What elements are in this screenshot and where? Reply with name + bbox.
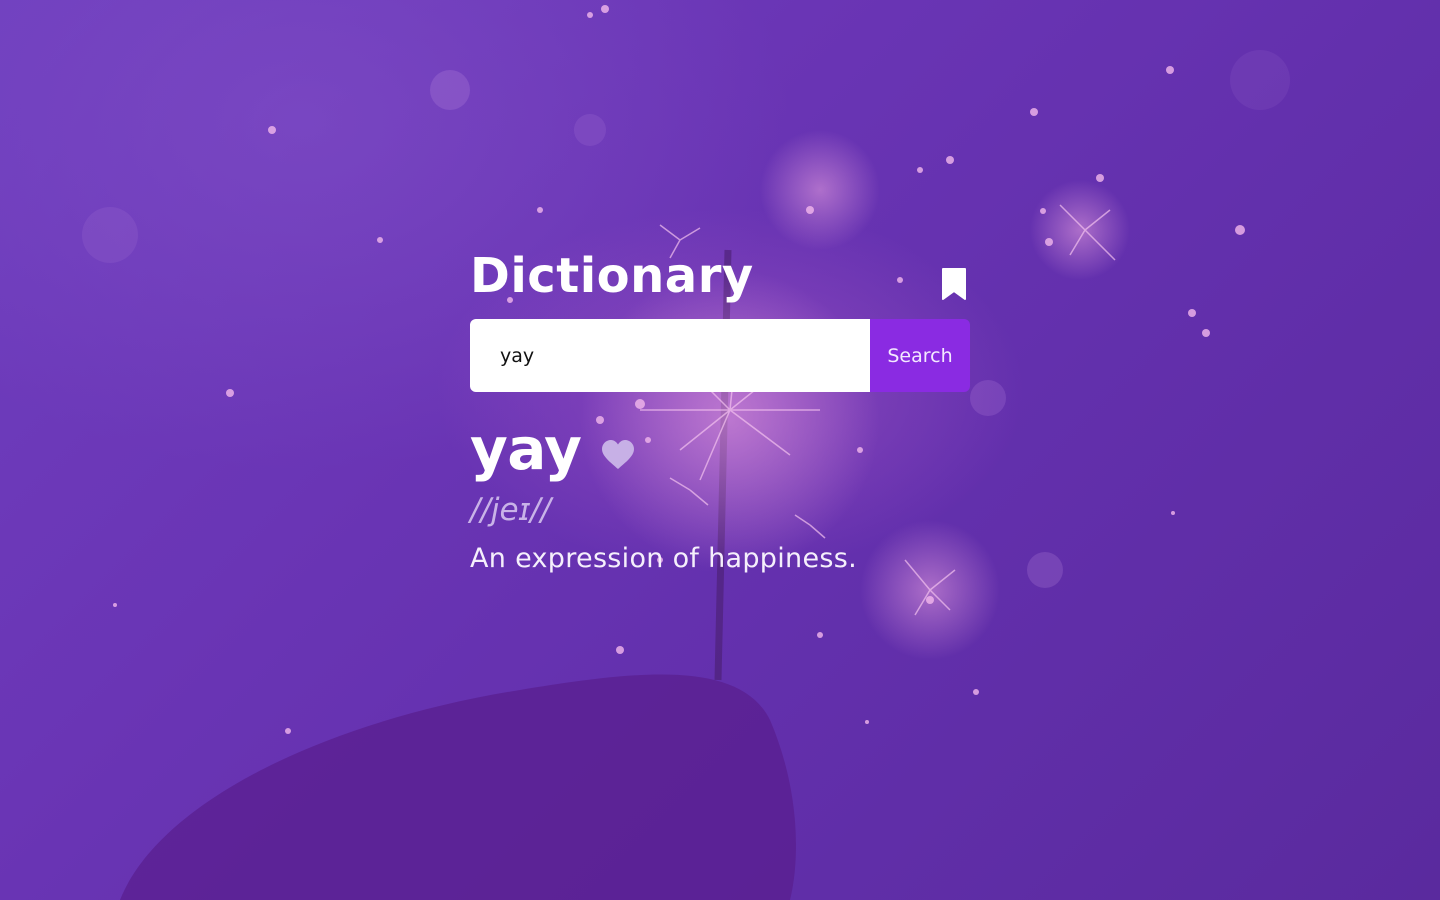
phonetic-transcription: //jeɪ// <box>470 492 551 528</box>
dictionary-panel: Dictionary Search yay //jeɪ// An express… <box>470 245 970 576</box>
app-title: Dictionary <box>470 248 754 304</box>
favorite-button[interactable] <box>601 439 635 471</box>
result-word: yay <box>470 415 582 483</box>
definition-text: An expression of happiness. <box>470 543 857 574</box>
heart-icon <box>602 440 635 469</box>
search-input[interactable] <box>470 319 870 392</box>
bookmark-icon <box>942 268 966 300</box>
header: Dictionary <box>470 245 970 307</box>
result-header: yay <box>470 414 970 484</box>
search-button[interactable]: Search <box>870 319 970 392</box>
search-bar: Search <box>470 319 970 392</box>
bookmarks-button[interactable] <box>941 267 967 301</box>
